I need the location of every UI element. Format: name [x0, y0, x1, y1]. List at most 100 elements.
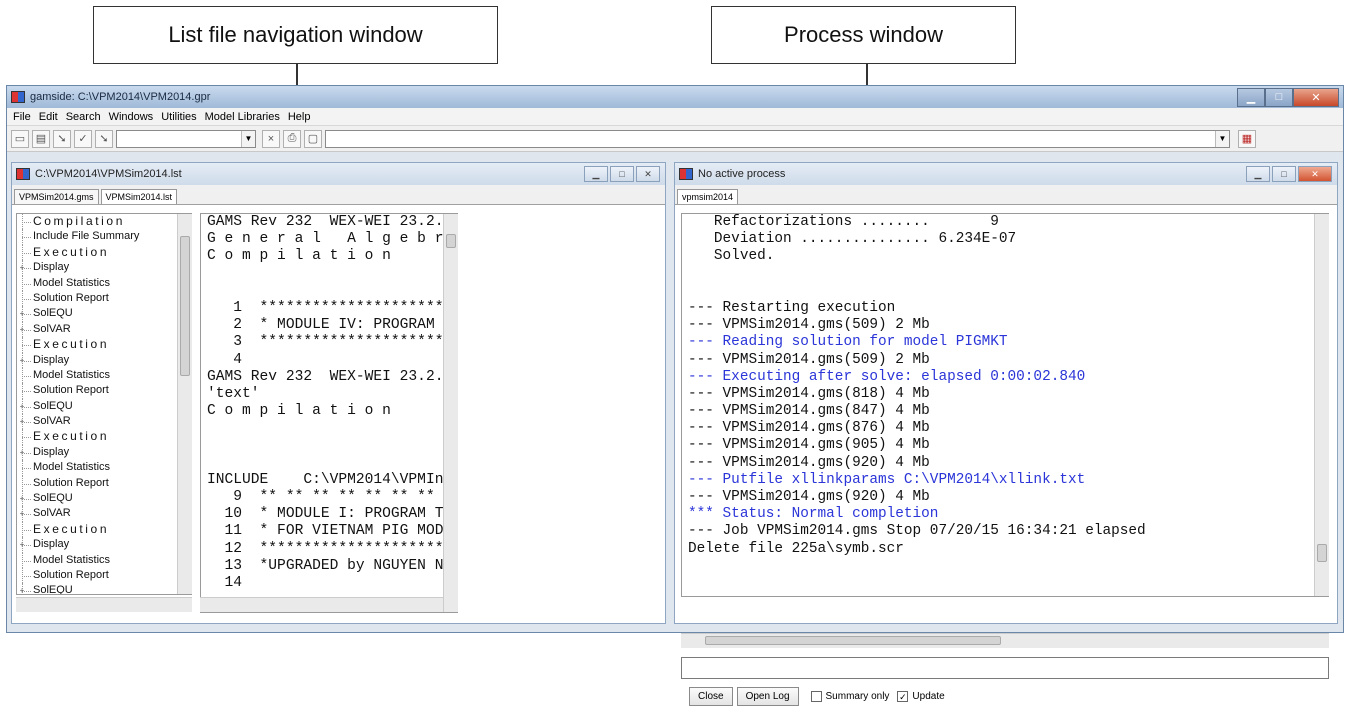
tree-item[interactable]: Model Statistics — [17, 367, 191, 384]
expand-icon[interactable]: + — [18, 495, 26, 503]
expand-icon[interactable]: + — [18, 325, 26, 334]
maximize-button[interactable]: □ — [1272, 166, 1296, 182]
callout-list-file-navigation: List file navigation window — [93, 6, 498, 64]
open-file-icon[interactable]: ▭ — [11, 129, 29, 148]
close-button[interactable]: ✕ — [636, 166, 660, 182]
list-window-controls: ▁ □ ✕ — [582, 166, 660, 182]
close-button[interactable]: ✕ — [1298, 166, 1332, 182]
tree-item[interactable]: Model Statistics — [17, 460, 191, 476]
process-log-line: --- VPMSim2014.gms(920) 4 Mb — [688, 454, 930, 471]
minimize-button[interactable]: ▁ — [584, 166, 608, 182]
process-scrollbar[interactable] — [1314, 214, 1329, 596]
tree-hscrollbar[interactable] — [16, 597, 192, 612]
clear-icon[interactable]: × — [262, 129, 280, 148]
tree-item[interactable]: Execution — [17, 337, 191, 353]
tree-item-label: Display — [33, 261, 70, 274]
maximize-button[interactable]: □ — [610, 166, 634, 182]
process-window-title: No active process — [698, 168, 786, 180]
tree-item[interactable]: + Display — [17, 352, 191, 368]
model-library-icon[interactable]: ▦ — [1238, 129, 1256, 148]
chevron-down-icon[interactable]: ▼ — [1215, 130, 1229, 147]
tree-item[interactable]: Model Statistics — [17, 275, 191, 291]
tree-item[interactable]: Solution Report — [17, 383, 191, 399]
editor-scrollbar[interactable] — [443, 214, 458, 612]
run-options-icon[interactable]: ➘ — [95, 129, 113, 148]
tree-item[interactable]: + Display — [17, 260, 191, 276]
list-file-window: C:\VPM2014\VPMSim2014.lst ▁ □ ✕ VPMSim20… — [11, 162, 666, 624]
summary-only-checkbox[interactable]: Summary only — [810, 690, 889, 702]
close-button[interactable]: ✕ — [1293, 87, 1339, 107]
close-process-button[interactable]: Close — [689, 686, 733, 706]
expand-icon[interactable]: + — [18, 356, 26, 365]
model-combo[interactable]: ▼ — [116, 129, 256, 148]
chevron-down-icon[interactable]: ▼ — [241, 130, 255, 147]
tree-scrollbar[interactable] — [177, 214, 192, 594]
tree-item[interactable]: Solution Report — [17, 567, 191, 584]
expand-icon[interactable]: + — [18, 541, 26, 549]
minimize-button[interactable]: ▁ — [1246, 166, 1270, 182]
tree-item[interactable]: Include File Summary — [17, 229, 191, 245]
tree-item[interactable]: Execution — [17, 521, 191, 538]
tree-item[interactable]: + SolEQU — [17, 306, 191, 322]
menu-file[interactable]: File — [9, 111, 35, 123]
tree-item[interactable]: + Display — [17, 444, 191, 461]
tree-item-label: Model Statistics — [33, 553, 111, 566]
tree-item[interactable]: Execution — [17, 429, 191, 445]
tree-item[interactable]: + SolVAR — [17, 321, 191, 338]
minimize-button[interactable]: ▁ — [1237, 87, 1265, 107]
expand-icon[interactable]: + — [18, 402, 26, 411]
tree-item[interactable]: + SolEQU — [17, 398, 191, 415]
process-hscrollbar[interactable] — [681, 633, 1329, 648]
listing-line — [201, 283, 457, 300]
update-box[interactable]: ✓ — [897, 690, 909, 702]
open-log-button[interactable]: Open Log — [736, 686, 799, 706]
expand-icon[interactable]: + — [18, 310, 26, 318]
tree-item[interactable]: Execution — [17, 244, 191, 261]
menu-model-libraries[interactable]: Model Libraries — [201, 111, 284, 123]
tree-item[interactable]: Model Statistics — [17, 552, 191, 568]
menu-utilities[interactable]: Utilities — [157, 111, 200, 123]
page-icon[interactable]: ▢ — [304, 129, 322, 148]
menu-help[interactable]: Help — [284, 111, 315, 123]
tree-item[interactable]: + SolVAR — [17, 506, 191, 522]
run-icon[interactable]: ➘ — [53, 129, 71, 148]
app-title: gamside: C:\VPM2014\VPM2014.gpr — [30, 91, 211, 103]
menu-edit[interactable]: Edit — [35, 111, 62, 123]
tree-item[interactable]: + SolVAR — [17, 414, 191, 430]
expand-icon[interactable]: + — [18, 264, 26, 272]
tree-item[interactable]: Solution Report — [17, 290, 191, 307]
maximize-button[interactable]: □ — [1265, 87, 1293, 107]
tree-item-label: Model Statistics — [33, 276, 111, 289]
expand-icon[interactable]: + — [18, 510, 26, 518]
tree-item[interactable]: Solution Report — [17, 475, 191, 492]
tree-connector — [22, 345, 31, 347]
tree-connector — [22, 560, 31, 562]
tree-item[interactable]: + SolEQU — [17, 583, 191, 594]
save-icon[interactable]: ▤ — [32, 129, 50, 148]
process-hscroll-thumb[interactable] — [705, 636, 1001, 645]
expand-icon[interactable]: + — [18, 418, 26, 426]
expand-icon[interactable]: + — [18, 587, 26, 594]
tree-item[interactable]: + Display — [17, 537, 191, 553]
process-window-tabs: vpmsim2014 — [675, 185, 1337, 205]
process-scroll-thumb[interactable] — [1317, 544, 1327, 562]
process-button-row: Close Open Log Summary only ✓ Update — [689, 685, 945, 707]
editor-hscrollbar[interactable] — [200, 597, 443, 612]
parameter-field[interactable]: ▼ — [325, 129, 1230, 148]
editor-scroll-thumb[interactable] — [446, 234, 456, 248]
tree-item-label: SolVAR — [33, 322, 71, 335]
check-icon[interactable]: ✓ — [74, 129, 92, 148]
tab-vpmsim2014[interactable]: vpmsim2014 — [677, 189, 739, 204]
tree-item[interactable]: Compilation — [17, 214, 191, 230]
summary-only-box[interactable] — [810, 690, 822, 702]
tab-lst[interactable]: VPMSim2014.lst — [100, 189, 178, 204]
tree-scroll-thumb[interactable] — [180, 236, 190, 376]
process-command-input[interactable] — [681, 657, 1329, 679]
menu-search[interactable]: Search — [62, 111, 105, 123]
update-checkbox[interactable]: ✓ Update — [897, 690, 945, 702]
tab-gms[interactable]: VPMSim2014.gms — [14, 189, 99, 204]
print-icon[interactable]: ⎙ — [283, 129, 301, 148]
tree-item[interactable]: + SolEQU — [17, 491, 191, 507]
menu-windows[interactable]: Windows — [105, 111, 158, 123]
expand-icon[interactable]: + — [18, 448, 26, 457]
